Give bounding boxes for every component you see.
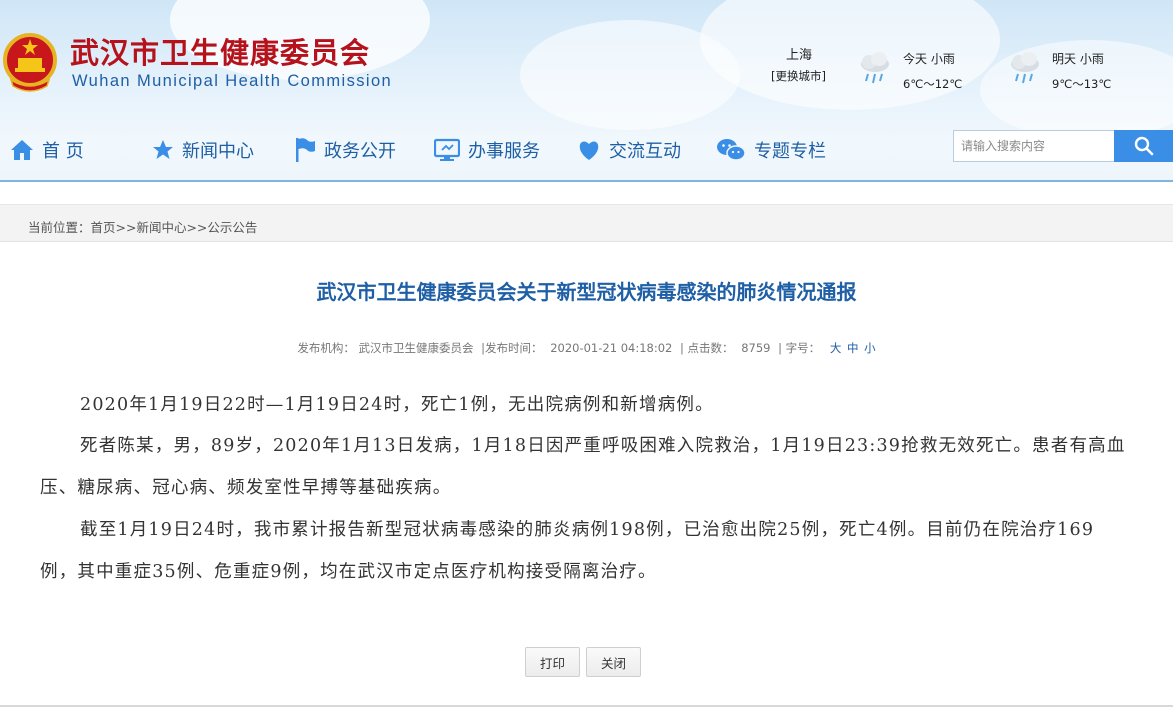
nav-label: 首 页 [42,141,84,162]
weather-today-temp: 6℃～12℃ [903,77,963,91]
publish-time-label: |发布时间： [481,341,543,355]
close-button[interactable]: 关闭 [586,647,642,677]
hits-value: 8759 [741,341,771,355]
site-header: 武汉市卫生健康委员会 Wuhan Municipal Health Commis… [0,0,1173,182]
article-paragraph: 2020年1月19日22时—1月19日24时，死亡1例，无出院病例和新增病例。 [80,395,714,415]
nav-label: 政务公开 [324,141,396,162]
font-size-large-link[interactable]: 大 [830,341,842,355]
article-title: 武汉市卫生健康委员会关于新型冠状病毒感染的肺炎情况通报 [316,280,857,304]
nav-label: 办事服务 [468,141,540,162]
nav-interaction[interactable]: 交流互动 [577,134,681,166]
site-subtitle: Wuhan Municipal Health Commission [72,72,393,90]
nav-home[interactable]: 首 页 [10,134,84,166]
publisher-value: 武汉市卫生健康委员会 [358,341,474,355]
national-emblem-icon [3,33,57,92]
search-icon [1134,136,1153,156]
article-paragraph: 死者陈某，男，89岁，2020年1月13日发病，1月18日因严重呼吸困难入院救治… [40,436,1126,498]
star-icon [153,140,173,159]
weather-city: 上海 [786,48,813,63]
print-button[interactable]: 打印 [525,647,581,677]
nav-government[interactable]: 政务公开 [294,134,396,166]
hits-label: | 点击数： [680,341,734,355]
weather-tomorrow: 明天 小雨 [1052,52,1104,66]
breadcrumb-bar: 当前位置：首页>>新闻中心>>公示公告 [0,204,1173,242]
search-button[interactable] [1114,130,1173,162]
heart-icon [579,141,599,160]
site-title[interactable]: 武汉市卫生健康委员会 [70,30,370,72]
weather-tomorrow-temp: 9℃～13℃ [1052,77,1112,91]
rain-cloud-icon [861,52,889,84]
search-input[interactable] [953,130,1115,162]
monitor-icon [434,138,460,161]
publisher-label: 发布机构： [297,341,355,355]
background-cloud [700,0,1000,110]
wechat-icon [717,139,746,161]
font-size-medium-link[interactable]: 中 [847,341,859,355]
nav-services[interactable]: 办事服务 [434,134,540,166]
nav-label: 新闻中心 [182,141,254,162]
font-size-small-link[interactable]: 小 [864,341,876,355]
flag-icon [296,138,315,162]
footer-divider [0,705,1173,707]
nav-label: 专题专栏 [754,141,826,162]
nav-topics[interactable]: 专题专栏 [716,134,826,166]
nav-news[interactable]: 新闻中心 [152,134,254,166]
font-size-label: | 字号： [778,341,821,355]
publish-time-value: 2020-01-21 04:18:02 [550,341,673,355]
nav-label: 交流互动 [609,141,681,162]
breadcrumb[interactable]: 当前位置：首页>>新闻中心>>公示公告 [28,217,257,236]
article-meta: 发布机构： 武汉市卫生健康委员会 |发布时间： 2020-01-21 04:18… [0,340,1173,356]
home-icon [11,140,33,160]
rain-cloud-icon [1011,52,1039,84]
change-city-link[interactable]: [更换城市] [771,68,826,84]
weather-today: 今天 小雨 [903,52,955,66]
article-paragraph: 截至1月19日24时，我市累计报告新型冠状病毒感染的肺炎病例198例，已治愈出院… [40,520,1095,582]
